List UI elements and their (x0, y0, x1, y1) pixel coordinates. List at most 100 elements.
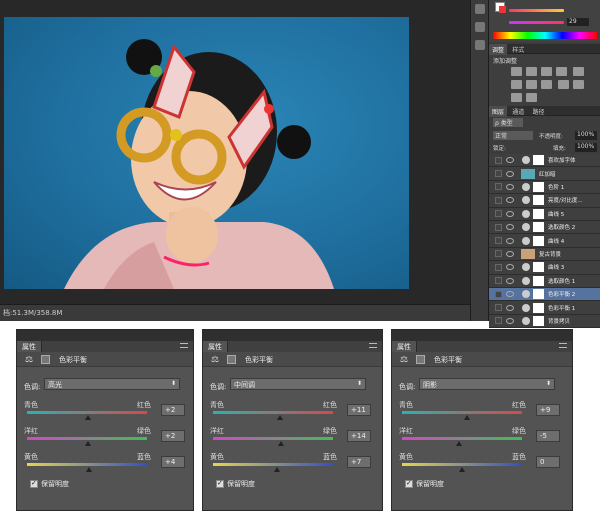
layer-thumbnail[interactable] (521, 168, 535, 179)
layer-row[interactable]: 背景拷贝 (489, 314, 600, 329)
layer-mask-thumbnail[interactable] (533, 195, 544, 206)
layer-mask-thumbnail[interactable] (533, 262, 544, 273)
layer-row[interactable]: 亮度/对比度... (489, 194, 600, 208)
color-balance-slider[interactable] (27, 411, 147, 414)
mask-icon[interactable] (227, 355, 236, 364)
threshold-icon[interactable] (511, 93, 522, 102)
tab-layers[interactable]: 图层 (489, 106, 508, 117)
swatches-icon[interactable] (475, 22, 485, 32)
panel-titlebar[interactable] (392, 330, 572, 341)
tab-adjustments[interactable]: 调整 (489, 44, 508, 55)
layer-visibility-toggle[interactable] (495, 277, 502, 285)
layer-visibility-toggle[interactable] (495, 170, 502, 178)
layer-visibility-toggle[interactable] (495, 317, 502, 325)
slider-knob[interactable] (276, 415, 283, 420)
tab-properties[interactable]: 属性 (17, 341, 42, 352)
layer-row[interactable]: 红加暗 (489, 167, 600, 181)
color-balance-slider[interactable] (27, 437, 147, 440)
brightness-icon[interactable] (511, 67, 522, 76)
curves-icon[interactable] (541, 67, 552, 76)
preserve-checkbox[interactable] (405, 479, 413, 488)
slider-knob[interactable] (464, 415, 471, 420)
layer-mask-thumbnail[interactable] (533, 155, 544, 166)
mask-icon[interactable] (416, 355, 425, 364)
eye-icon[interactable] (506, 250, 514, 257)
panel-titlebar[interactable] (203, 330, 382, 341)
eye-icon[interactable] (506, 237, 514, 244)
slider-knob[interactable] (86, 467, 93, 472)
tab-properties[interactable]: 属性 (392, 341, 417, 352)
layer-visibility-toggle[interactable] (495, 183, 502, 191)
panel-menu-icon[interactable] (559, 343, 567, 348)
layer-visibility-toggle[interactable] (495, 223, 502, 231)
tab-paths[interactable]: 路径 (530, 106, 548, 117)
layer-row[interactable]: 曲线 3 (489, 261, 600, 275)
eye-icon[interactable] (506, 170, 514, 177)
slider-knob[interactable] (85, 415, 92, 420)
slider-value-field[interactable]: +2 (161, 404, 185, 416)
slider-value-field[interactable]: +4 (161, 456, 185, 468)
tab-styles[interactable]: 样式 (509, 44, 527, 55)
canvas-area[interactable]: 档:51.3M/358.8M (0, 0, 488, 321)
layer-mask-thumbnail[interactable] (533, 208, 544, 219)
layer-visibility-toggle[interactable] (495, 263, 502, 271)
posterize-icon[interactable] (573, 80, 585, 89)
gradient-icon[interactable] (526, 93, 537, 102)
color-panel-icon[interactable] (475, 4, 485, 14)
slider-value-field[interactable]: +9 (536, 404, 560, 416)
layer-row[interactable]: 色阶 1 (489, 180, 600, 195)
eye-icon[interactable] (506, 264, 514, 271)
slider-value-field[interactable]: +7 (347, 456, 371, 468)
opacity-field[interactable]: 100% (575, 131, 597, 140)
colorbalance-icon[interactable] (526, 80, 537, 89)
tone-select[interactable]: 阴影 ⬍ (419, 378, 555, 390)
adjust-icon[interactable] (475, 40, 485, 50)
color-balance-slider[interactable] (213, 437, 333, 440)
tab-channels[interactable]: 通道 (509, 106, 527, 117)
preserve-checkbox[interactable] (30, 479, 38, 488)
eye-icon[interactable] (506, 224, 514, 231)
bw-icon[interactable] (541, 80, 552, 89)
exposure-icon[interactable] (556, 67, 567, 76)
color-balance-slider[interactable] (213, 411, 333, 414)
color-balance-slider[interactable] (402, 411, 522, 414)
eye-icon[interactable] (506, 157, 514, 164)
layer-visibility-toggle[interactable] (495, 304, 502, 312)
color-spectrum[interactable] (493, 32, 597, 39)
invert-icon[interactable] (558, 80, 570, 89)
eye-icon[interactable] (506, 277, 514, 284)
layer-row[interactable]: 色彩平衡 2 (489, 288, 600, 302)
layer-mask-thumbnail[interactable] (533, 315, 544, 326)
eye-icon[interactable] (506, 197, 514, 204)
mask-icon[interactable] (41, 355, 50, 364)
eye-icon[interactable] (506, 317, 514, 324)
slider-value-field[interactable]: +11 (347, 404, 371, 416)
layer-row[interactable]: 选取颜色 1 (489, 274, 600, 288)
panel-menu-icon[interactable] (180, 343, 188, 348)
color-balance-slider[interactable] (402, 437, 522, 440)
tone-select[interactable]: 中间调 ⬍ (230, 378, 366, 390)
eye-icon[interactable] (506, 304, 514, 311)
layer-row[interactable]: 曲线 4 (489, 234, 600, 248)
hue-icon[interactable] (511, 80, 522, 89)
layer-mask-thumbnail[interactable] (533, 222, 544, 233)
layer-mask-thumbnail[interactable] (533, 235, 544, 246)
eye-icon[interactable] (506, 291, 514, 298)
layer-row[interactable]: 曲线 5 (489, 207, 600, 221)
slider-knob[interactable] (459, 467, 465, 472)
fill-field[interactable]: 100% (575, 143, 597, 152)
layer-thumbnail[interactable] (521, 248, 535, 259)
slider-knob[interactable] (278, 441, 285, 446)
slider-knob[interactable] (456, 441, 462, 446)
layer-row[interactable]: 喜欢加字体 (489, 154, 600, 168)
slider-value-field[interactable]: +14 (347, 430, 371, 442)
color-balance-slider[interactable] (27, 463, 147, 466)
layer-visibility-toggle[interactable] (495, 250, 502, 258)
panel-titlebar[interactable] (17, 330, 193, 341)
preserve-luminosity[interactable]: 保留明度 (30, 479, 69, 489)
vibrance-icon[interactable] (573, 67, 585, 76)
color-value[interactable]: 29 (567, 18, 589, 26)
layer-visibility-toggle[interactable] (495, 196, 502, 204)
slider-value-field[interactable]: +2 (161, 430, 185, 442)
slider-knob[interactable] (85, 441, 92, 446)
